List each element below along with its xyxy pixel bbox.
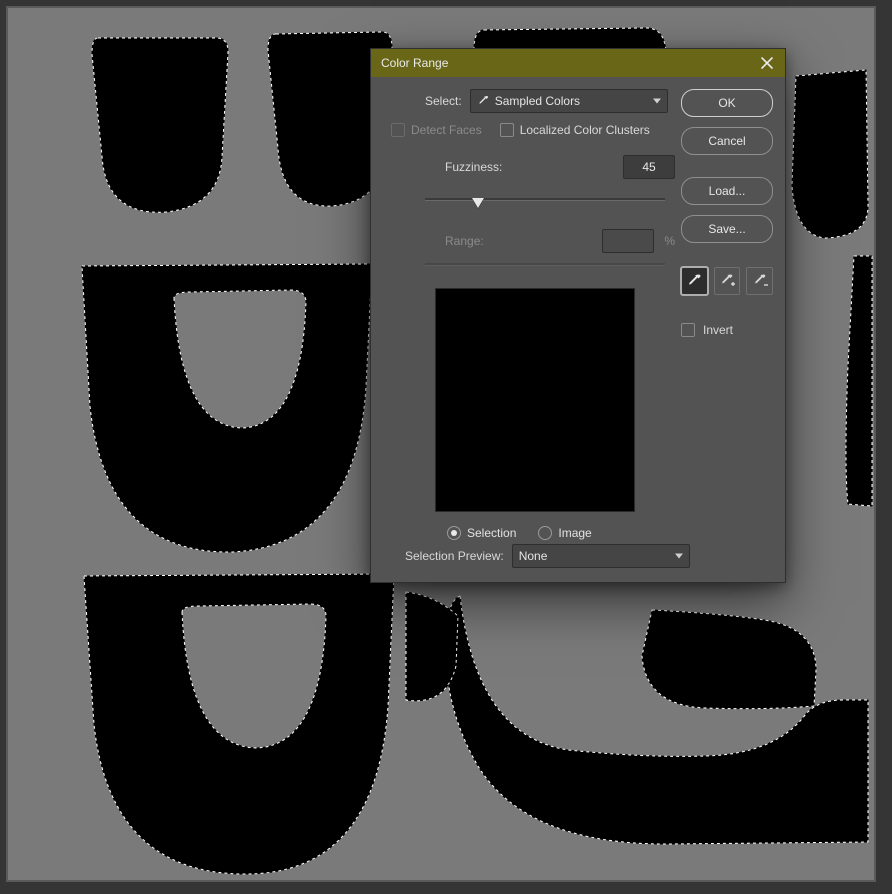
eyedropper-icon [686, 273, 702, 289]
eyedropper-subtract-tool[interactable] [746, 267, 773, 295]
eyedropper-minus-icon [752, 273, 768, 289]
range-slider [425, 263, 665, 266]
range-unit: % [664, 234, 675, 248]
dialog-title: Color Range [381, 56, 757, 70]
slider-track [425, 198, 665, 201]
eyedropper-tool[interactable] [681, 267, 708, 295]
invert-label: Invert [703, 323, 733, 337]
select-value: Sampled Colors [495, 94, 580, 108]
color-range-dialog: Color Range OK Cancel Load... Save... [370, 48, 786, 583]
preview-mode-selection-radio[interactable]: Selection [447, 526, 516, 540]
eyedropper-small-icon [477, 95, 489, 107]
load-button[interactable]: Load... [681, 177, 773, 205]
preview-mode-image-radio[interactable]: Image [538, 526, 591, 540]
fuzziness-slider[interactable] [425, 191, 665, 207]
slider-thumb[interactable] [472, 198, 484, 208]
ok-button[interactable]: OK [681, 89, 773, 117]
localized-clusters-checkbox[interactable] [500, 123, 514, 137]
preview-mode-image-label: Image [558, 526, 591, 540]
dialog-titlebar[interactable]: Color Range [371, 49, 785, 77]
dialog-right-column: OK Cancel Load... Save... [681, 89, 773, 337]
detect-faces-label: Detect Faces [411, 123, 482, 137]
close-icon [761, 57, 773, 69]
selection-preview-dropdown[interactable]: None [512, 544, 690, 568]
chevron-down-icon [653, 99, 661, 104]
selection-preview-box[interactable] [435, 288, 635, 512]
invert-checkbox[interactable] [681, 323, 695, 337]
selection-preview-value: None [519, 549, 548, 563]
select-label: Select: [425, 94, 462, 108]
detect-faces-checkbox [391, 123, 405, 137]
eyedropper-tools [681, 267, 773, 295]
fuzziness-input[interactable]: 45 [623, 155, 675, 179]
selection-preview-label: Selection Preview: [405, 549, 504, 563]
close-button[interactable] [757, 53, 777, 73]
chevron-down-icon [675, 554, 683, 559]
save-button[interactable]: Save... [681, 215, 773, 243]
fuzziness-label: Fuzziness: [445, 160, 502, 174]
eyedropper-plus-icon [719, 273, 735, 289]
dialog-main-column: Select: Sampled Colors Detect Faces Loca… [385, 89, 675, 540]
range-label: Range: [445, 234, 484, 248]
eyedropper-add-tool[interactable] [714, 267, 741, 295]
preview-mode-selection-label: Selection [467, 526, 516, 540]
cancel-button[interactable]: Cancel [681, 127, 773, 155]
select-dropdown[interactable]: Sampled Colors [470, 89, 668, 113]
localized-clusters-label: Localized Color Clusters [520, 123, 650, 137]
range-input [602, 229, 654, 253]
